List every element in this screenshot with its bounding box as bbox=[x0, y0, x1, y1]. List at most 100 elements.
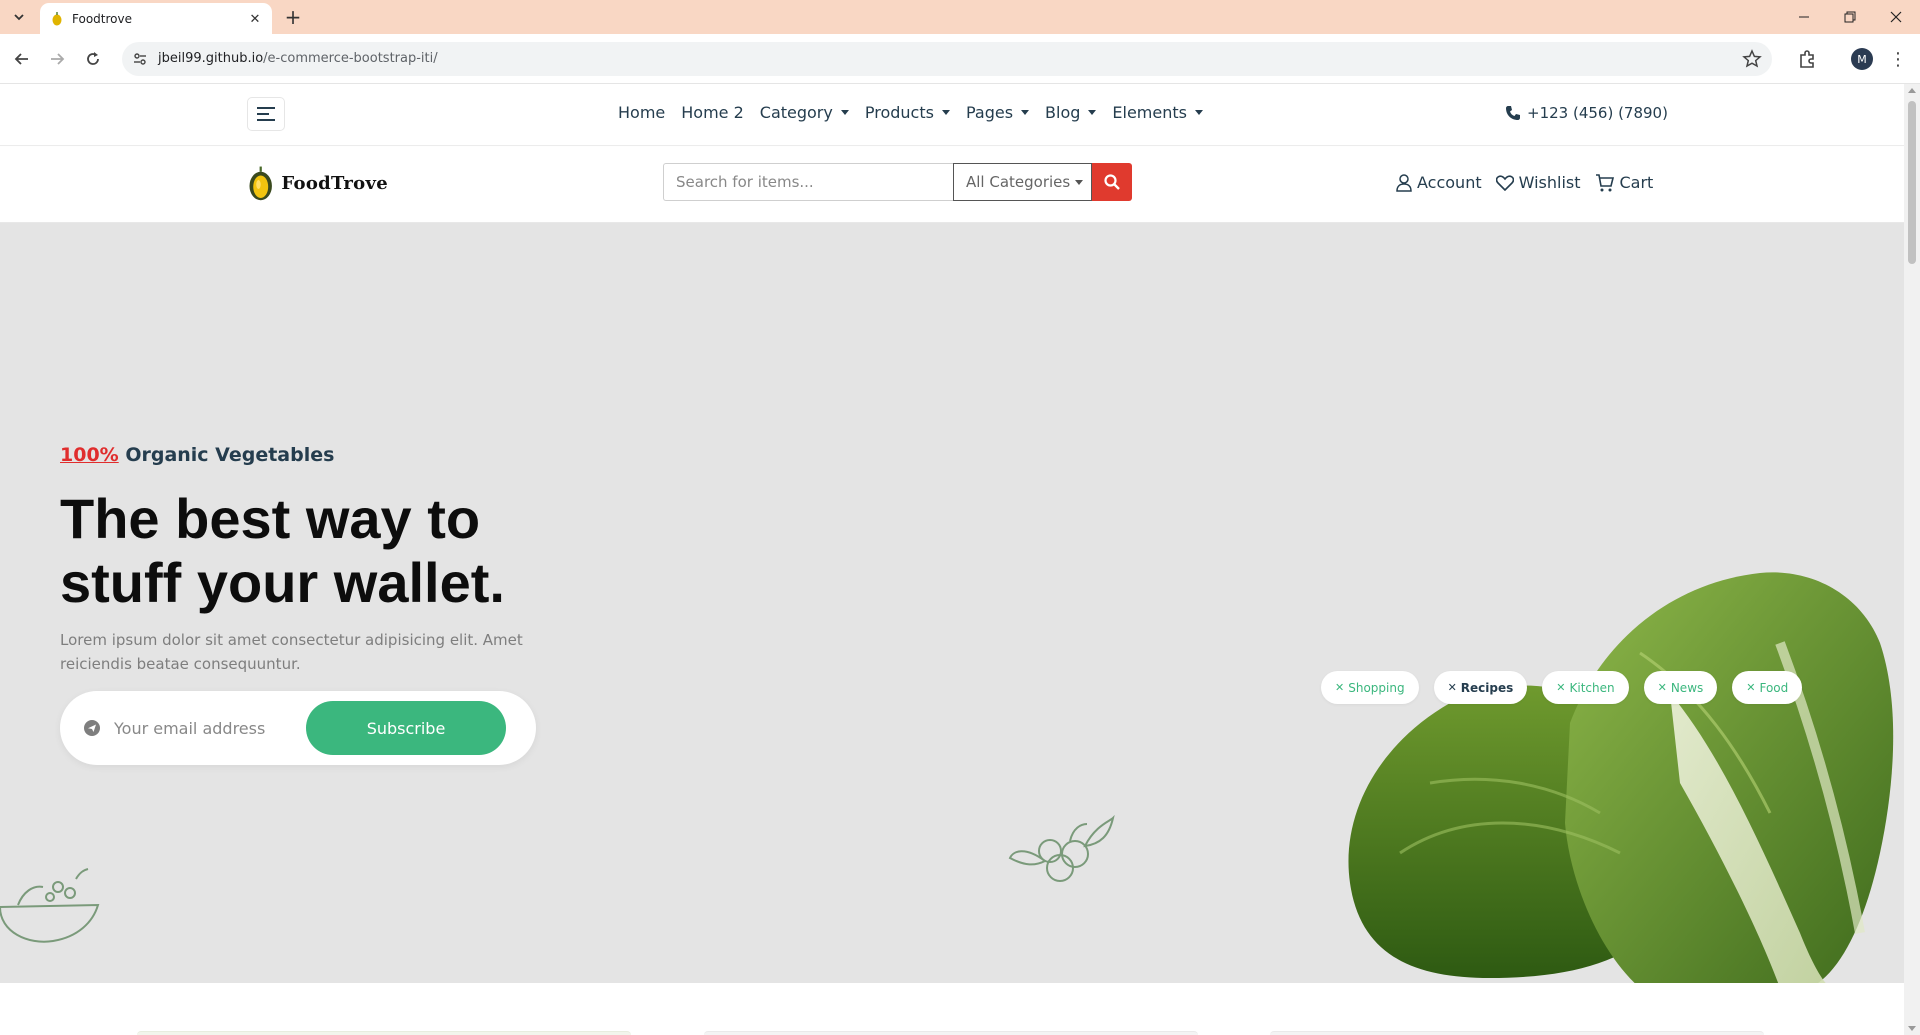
address-bar[interactable]: jbeil99.github.io/e-commerce-bootstrap-i… bbox=[122, 42, 1772, 76]
hero-section: 100% Organic Vegetables The best way to … bbox=[0, 223, 1904, 983]
tag-label: Kitchen bbox=[1569, 680, 1615, 695]
scroll-up-arrow-icon[interactable] bbox=[1908, 88, 1916, 93]
top-navigation: Home Home 2 Category Products Pages Blog… bbox=[0, 84, 1904, 146]
dropdown-caret-icon bbox=[840, 110, 849, 115]
reload-icon[interactable] bbox=[81, 47, 105, 71]
forward-icon[interactable] bbox=[45, 47, 69, 71]
dropdown-caret-icon bbox=[1088, 110, 1097, 115]
tag-list: ✕ Shopping ✕ Recipes ✕ Kitchen ✕ News ✕ Food bbox=[1321, 671, 1817, 704]
send-icon bbox=[84, 720, 100, 736]
minimize-icon[interactable] bbox=[1792, 5, 1816, 29]
search-icon bbox=[1104, 174, 1120, 190]
category-card[interactable] bbox=[704, 1031, 1198, 1035]
cart-icon bbox=[1595, 173, 1614, 191]
nav-home[interactable]: Home bbox=[618, 103, 665, 122]
profile-avatar[interactable]: M bbox=[1851, 48, 1873, 70]
berries-doodle-icon bbox=[1008, 814, 1115, 882]
cabbage-image bbox=[1348, 572, 1894, 983]
search-input[interactable] bbox=[663, 163, 953, 201]
page-viewport: Home Home 2 Category Products Pages Blog… bbox=[0, 84, 1904, 1035]
browser-tab[interactable]: Foodtrove ✕ bbox=[40, 3, 272, 34]
url-host: jbeil99.github.io bbox=[158, 51, 264, 66]
extensions-icon[interactable] bbox=[1796, 47, 1820, 71]
tag-shopping[interactable]: ✕ Shopping bbox=[1321, 671, 1419, 704]
close-icon: ✕ bbox=[1335, 681, 1345, 694]
nav-label: Home bbox=[618, 103, 666, 122]
site-logo[interactable]: FoodTrove bbox=[248, 158, 388, 208]
dropdown-caret-icon bbox=[1194, 110, 1203, 115]
scroll-thumb[interactable] bbox=[1908, 101, 1916, 264]
nav-label: Category bbox=[759, 103, 833, 122]
category-select-value: All Categories bbox=[966, 173, 1071, 191]
close-icon: ✕ bbox=[1746, 681, 1756, 694]
site-info-icon[interactable] bbox=[132, 51, 148, 67]
url-text: jbeil99.github.io/e-commerce-bootstrap-i… bbox=[158, 51, 438, 66]
restore-icon[interactable] bbox=[1838, 5, 1862, 29]
header-actions: Account Wishlist Cart bbox=[1396, 173, 1667, 192]
nav-elements[interactable]: Elements bbox=[1112, 103, 1203, 122]
newsletter-form: Subscribe bbox=[60, 691, 536, 765]
nav-blog[interactable]: Blog bbox=[1045, 103, 1097, 122]
bookmark-star-icon[interactable] bbox=[1742, 49, 1762, 69]
tag-label: Shopping bbox=[1348, 680, 1405, 695]
nav-products[interactable]: Products bbox=[865, 103, 950, 122]
back-icon[interactable] bbox=[10, 47, 34, 71]
cart-link[interactable]: Cart bbox=[1595, 173, 1654, 192]
logo-text: FoodTrove bbox=[281, 172, 388, 194]
phone-icon bbox=[1506, 106, 1520, 120]
nav-label: Products bbox=[864, 103, 934, 122]
phone-number: +123 (456) (7890) bbox=[1527, 104, 1668, 122]
account-link[interactable]: Account bbox=[1396, 173, 1482, 192]
search-bar: All Categories bbox=[663, 163, 1132, 201]
account-label: Account bbox=[1417, 173, 1482, 192]
durian-favicon-icon bbox=[52, 12, 62, 26]
category-card[interactable] bbox=[1270, 1031, 1764, 1035]
wishlist-label: Wishlist bbox=[1518, 173, 1581, 192]
hero-description: Lorem ipsum dolor sit amet consectetur a… bbox=[60, 631, 523, 673]
dropdown-caret-icon bbox=[941, 110, 950, 115]
browser-tab-bar: Foodtrove ✕ + bbox=[0, 0, 1920, 34]
url-path: /e-commerce-bootstrap-iti/ bbox=[263, 51, 438, 66]
tag-recipes[interactable]: ✕ Recipes bbox=[1433, 671, 1528, 704]
nav-home-2[interactable]: Home 2 bbox=[681, 103, 744, 122]
wishlist-link[interactable]: Wishlist bbox=[1495, 173, 1581, 192]
tag-food[interactable]: ✕ Food bbox=[1732, 671, 1803, 704]
category-card[interactable] bbox=[137, 1031, 631, 1035]
tab-search-chevron-icon[interactable] bbox=[8, 6, 30, 28]
dropdown-caret-icon bbox=[1075, 179, 1084, 185]
tag-label: News bbox=[1670, 680, 1704, 695]
tab-close-icon[interactable]: ✕ bbox=[246, 10, 264, 28]
subscribe-button[interactable]: Subscribe bbox=[306, 701, 506, 755]
durian-logo-icon bbox=[249, 166, 272, 201]
main-nav-links: Home Home 2 Category Products Pages Blog… bbox=[618, 103, 1219, 122]
nav-label: Blog bbox=[1045, 103, 1081, 122]
new-tab-icon[interactable]: + bbox=[282, 5, 304, 29]
nav-label: Pages bbox=[965, 103, 1014, 122]
page-scrollbar[interactable] bbox=[1904, 84, 1920, 1035]
tag-label: Food bbox=[1759, 680, 1789, 695]
tab-title: Foodtrove bbox=[72, 12, 132, 26]
nav-pages[interactable]: Pages bbox=[965, 103, 1030, 122]
salad-bowl-doodle-icon bbox=[0, 868, 100, 943]
browser-toolbar: jbeil99.github.io/e-commerce-bootstrap-i… bbox=[0, 34, 1920, 84]
tag-news[interactable]: ✕ News bbox=[1643, 671, 1718, 704]
search-button[interactable] bbox=[1092, 163, 1132, 201]
nav-category[interactable]: Category bbox=[760, 103, 849, 122]
tag-kitchen[interactable]: ✕ Kitchen bbox=[1542, 671, 1629, 704]
hero-tagline: 100% Organic Vegetables bbox=[60, 444, 334, 466]
close-icon: ✕ bbox=[1556, 681, 1566, 694]
email-input[interactable] bbox=[114, 712, 304, 744]
close-window-icon[interactable] bbox=[1884, 5, 1908, 29]
browser-menu-icon[interactable]: ⋮ bbox=[1888, 47, 1908, 71]
close-icon: ✕ bbox=[1447, 681, 1457, 694]
hamburger-menu-button[interactable] bbox=[247, 97, 285, 131]
tagline-percent: 100% bbox=[60, 444, 119, 466]
close-icon: ✕ bbox=[1657, 681, 1667, 694]
site-header: FoodTrove All Categories Account bbox=[0, 147, 1904, 223]
scroll-down-arrow-icon[interactable] bbox=[1908, 1026, 1916, 1031]
dropdown-caret-icon bbox=[1021, 110, 1030, 115]
hero-headline: The best way to stuff your wallet. bbox=[60, 487, 505, 614]
phone-contact[interactable]: +123 (456) (7890) bbox=[1505, 104, 1668, 122]
cart-label: Cart bbox=[1619, 173, 1654, 192]
category-select[interactable]: All Categories bbox=[953, 163, 1092, 201]
